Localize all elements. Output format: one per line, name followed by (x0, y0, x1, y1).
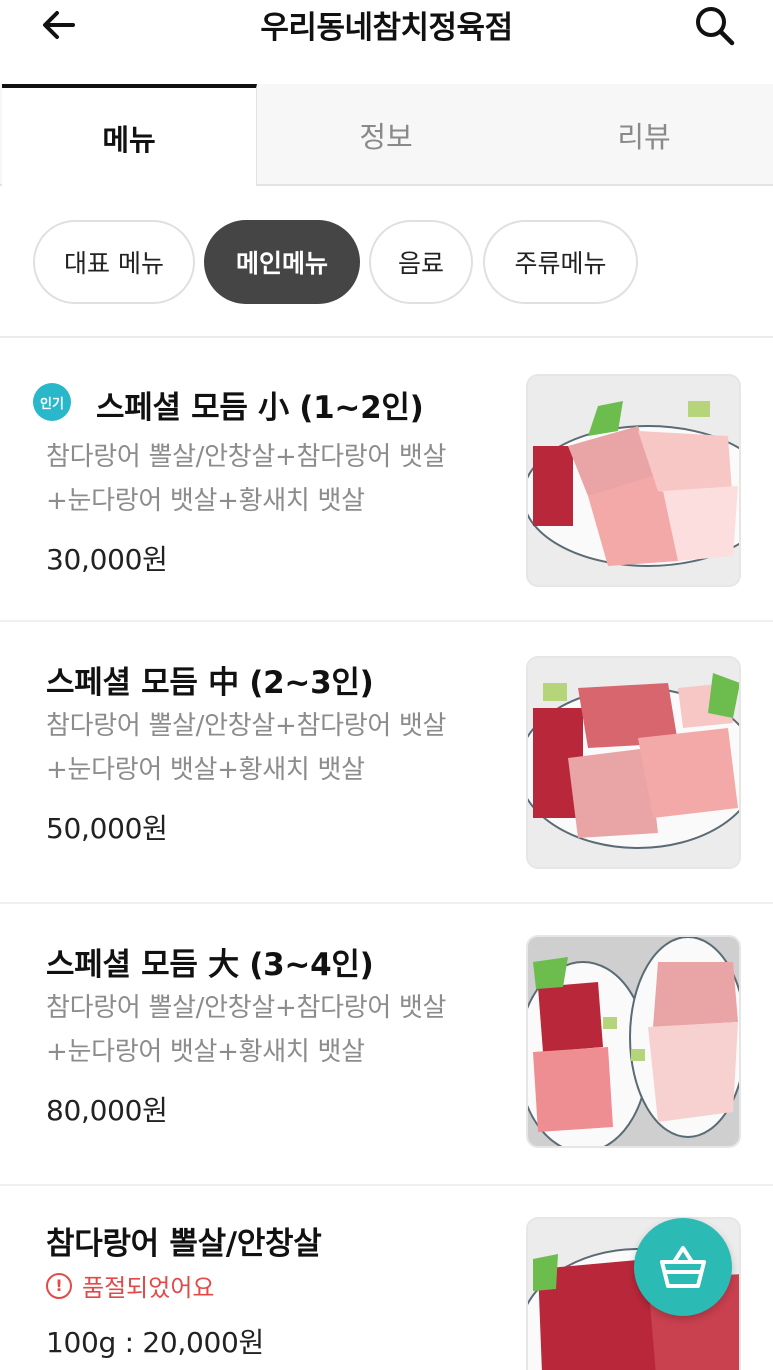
tab-reviews[interactable]: 리뷰 (515, 84, 773, 186)
menu-item-price: 80,000원 (46, 1094, 168, 1127)
menu-item-name: 스페셜 모듬 大 (3~4인) (46, 947, 374, 983)
search-icon (696, 7, 735, 46)
menu-item-description: 참다랑어 뽈살/안창살+참다랑어 뱃살+눈다랑어 뱃살+황새치 뱃살 (46, 442, 447, 516)
chip-drinks[interactable]: 음료 (369, 220, 473, 304)
menu-item-photo (526, 935, 741, 1148)
page-title: 우리동네참치정육점 (260, 10, 513, 46)
soldout-text: 품절되었어요 (82, 1274, 215, 1302)
menu-item-name: 참다랑어 뽈살/안창살 (46, 1226, 322, 1262)
menu-item-photo (526, 656, 741, 869)
menu-item-price: 30,000원 (46, 543, 168, 576)
tab-info[interactable]: 정보 (257, 84, 515, 186)
chip-alcohol-menu[interactable]: 주류메뉴 (483, 220, 638, 304)
search-button[interactable] (686, 0, 742, 50)
alert-icon: ! (46, 1272, 72, 1299)
tab-bar: 메뉴 정보 리뷰 (0, 84, 773, 187)
menu-item-name: 스페셜 모듬 中 (2~3인) (46, 665, 374, 701)
menu-item[interactable]: 인기 스페셜 모듬 小 (1~2인) 참다랑어 뽈살/안창살+참다랑어 뱃살+눈… (0, 340, 773, 622)
soldout-notice: ! 품절되었어요 (46, 1268, 214, 1303)
menu-item-description: 참다랑어 뽈살/안창살+참다랑어 뱃살+눈다랑어 뱃살+황새치 뱃살 (46, 993, 447, 1067)
cart-button[interactable] (634, 1218, 732, 1316)
menu-item-price: 100g : 20,000원 (46, 1326, 264, 1359)
chip-main-menu[interactable]: 메인메뉴 (204, 220, 360, 304)
menu-item[interactable]: 스페셜 모듬 大 (3~4인) 참다랑어 뽈살/안창살+참다랑어 뱃살+눈다랑어… (0, 904, 773, 1186)
menu-item-name: 스페셜 모듬 小 (1~2인) (96, 390, 424, 426)
chip-representative-menu[interactable]: 대표 메뉴 (33, 220, 195, 304)
menu-item-price: 50,000원 (46, 812, 168, 845)
menu-item[interactable]: 스페셜 모듬 中 (2~3인) 참다랑어 뽈살/안창살+참다랑어 뱃살+눈다랑어… (0, 622, 773, 904)
category-chips: 대표 메뉴 메인메뉴 음료 주류메뉴 (0, 186, 773, 338)
tab-menu[interactable]: 메뉴 (2, 84, 257, 187)
popular-badge: 인기 (33, 383, 71, 421)
app-header: 우리동네참치정육점 (0, 0, 773, 84)
shopping-basket-icon (660, 1246, 706, 1288)
menu-item-description: 참다랑어 뽈살/안창살+참다랑어 뱃살+눈다랑어 뱃살+황새치 뱃살 (46, 711, 447, 785)
menu-item-photo (526, 374, 741, 587)
